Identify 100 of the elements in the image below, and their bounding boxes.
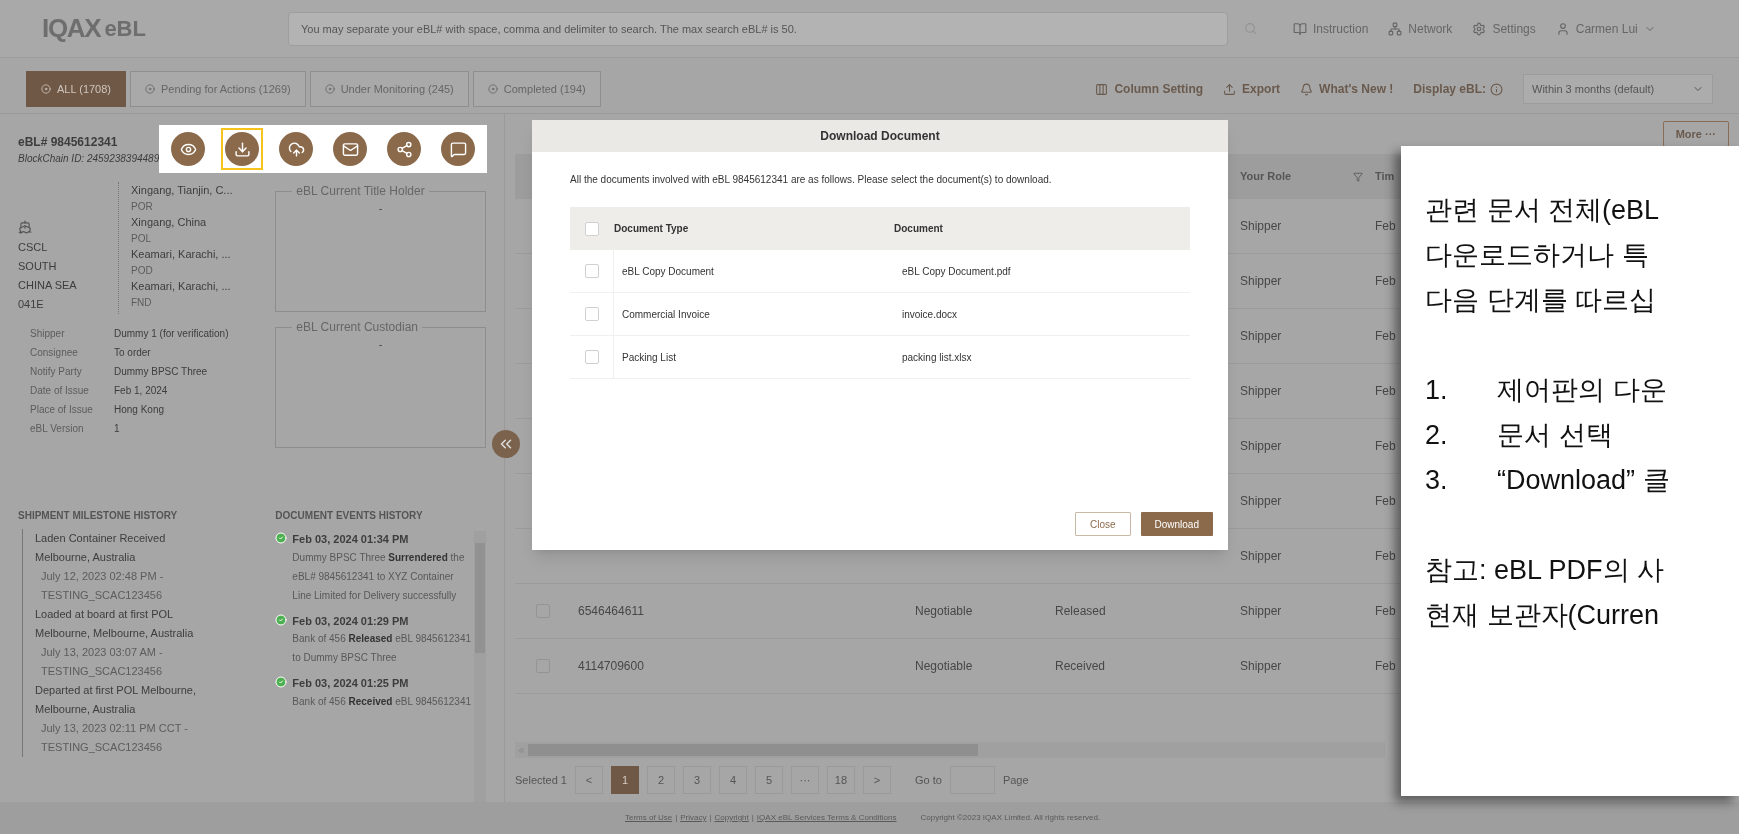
checkbox[interactable]	[585, 221, 599, 236]
checkbox[interactable]	[584, 264, 599, 278]
table-cell: Negotiable	[915, 659, 973, 673]
milestone-time: July 12, 2023 02:48 PM - TESTING_SCAC123456	[40, 569, 165, 603]
download-button[interactable]: Download	[1140, 512, 1213, 536]
tab[interactable]: Under Monitoring (245)	[309, 71, 469, 107]
display-label: Display eBL:	[1413, 81, 1486, 98]
event-description: Dummy BPSC Three Surrendered the eBL# 9845612341 to XYZ Container Line Limited for Delivery successfully	[292, 550, 466, 603]
page-button[interactable]: 1	[611, 766, 639, 794]
section-heading: DOCUMENT EVENTS HISTORY	[275, 509, 424, 523]
upload-icon	[1223, 82, 1237, 96]
check-circle-icon	[275, 676, 288, 688]
collapse-button[interactable]	[492, 430, 520, 458]
fieldset-value: -	[378, 201, 383, 216]
network-icon	[1388, 21, 1403, 36]
footer-link[interactable]: Copyright	[714, 812, 749, 824]
table-cell-text: eBL Copy Document.pdf	[901, 264, 1011, 279]
fieldset-value: -	[378, 337, 383, 352]
info-icon[interactable]	[1490, 82, 1503, 96]
selected-count: Selected 1	[515, 772, 567, 788]
checkbox[interactable]	[584, 307, 599, 321]
field-label: Shipper	[29, 327, 66, 341]
table-cell: Shipper	[1240, 659, 1282, 673]
chat-bubble-button[interactable]	[441, 132, 476, 166]
share-button[interactable]	[387, 132, 422, 166]
table-cell: Feb	[1375, 494, 1396, 508]
tab[interactable]: Completed (194)	[472, 71, 601, 107]
step-number: 3.	[1425, 464, 1449, 497]
table-cell-text: Commercial Invoice	[621, 307, 711, 322]
milestone-event: Departed at first POL Melbourne,	[35, 683, 197, 698]
table-cell: Shipper	[1240, 549, 1282, 563]
step-text: “Download” 클	[1497, 464, 1670, 497]
field-label: Consignee	[29, 346, 79, 360]
tab[interactable]: ALL (1708)	[26, 71, 127, 107]
field-label: Place of Issue	[29, 403, 94, 417]
table-cell: 6546464611	[578, 604, 644, 618]
field-value: Feb 1, 2024	[114, 384, 168, 398]
milestone-event: Laden Container Received	[35, 531, 167, 546]
nav-link[interactable]: Instruction	[1293, 19, 1369, 38]
toolbar-link[interactable]: What's New !	[1300, 80, 1394, 98]
table-cell: Shipper	[1240, 219, 1282, 233]
milestone-time: July 13, 2023 02:11 PM CCT - TESTING_SCAC123456	[40, 721, 189, 755]
event-time: Feb 03, 2024 01:29 PM	[292, 613, 410, 629]
ebl-number: eBL# 9845612341	[18, 133, 119, 151]
filter-icon[interactable]	[1353, 171, 1363, 182]
nav-link[interactable]: Carmen Lui	[1555, 19, 1656, 38]
table-cell: Received	[1055, 659, 1106, 673]
page-button[interactable]: 5	[755, 766, 783, 794]
route-place: Keamari, Karachi, ...	[131, 279, 232, 294]
nav-link[interactable]: Network	[1388, 19, 1453, 38]
ship-icon	[18, 220, 32, 234]
event-time: Feb 03, 2024 01:25 PM	[292, 676, 410, 691]
milestone-time: July 13, 2023 03:07 AM - TESTING_SCAC123456	[40, 645, 164, 679]
column-header: Your Role	[1240, 169, 1292, 185]
tab[interactable]: Pending for Actions (1269)	[130, 71, 306, 107]
check-circle-icon	[275, 532, 288, 544]
logo-suffix: eBL	[104, 15, 146, 43]
table-cell: Shipper	[1240, 384, 1282, 398]
route-place: Xingang, Tianjin, C...	[131, 183, 233, 198]
mail-icon	[341, 140, 359, 158]
milestone-location: Melbourne, Melbourne, Australia	[35, 626, 195, 641]
footer-link[interactable]: Privacy	[680, 812, 707, 824]
search-field[interactable]: You may separate your eBL# with space, comma and delimiter to search. The max search eBL# is 50.	[288, 11, 1228, 46]
book-icon	[1293, 21, 1307, 36]
next-page-button[interactable]: >	[863, 766, 891, 794]
page-button[interactable]: 3	[683, 766, 711, 794]
table-cell: Shipper	[1240, 274, 1282, 288]
table-cell-text: packing list.xlsx	[901, 350, 972, 365]
link-separator: |	[675, 812, 678, 824]
disc-icon	[41, 84, 51, 94]
page-button[interactable]: ···	[791, 766, 819, 794]
page-button[interactable]: 2	[647, 766, 675, 794]
page-button[interactable]: 4	[719, 766, 747, 794]
range-select[interactable]: Within 3 months (default)	[1523, 74, 1713, 104]
event-description: Bank of 456 Released eBL 9845612341 to Dummy BPSC Three	[292, 632, 473, 665]
checkbox[interactable]	[584, 350, 599, 364]
cloud-upload-button[interactable]	[279, 132, 314, 166]
table-cell: Feb	[1375, 274, 1396, 288]
page-label: Page	[1002, 772, 1029, 788]
eye-button[interactable]	[171, 132, 206, 166]
toolbar-link[interactable]: Column Setting	[1095, 80, 1204, 98]
table-cell: Feb	[1375, 329, 1396, 343]
step-number: 1.	[1425, 374, 1449, 407]
step-number: 2.	[1425, 419, 1449, 452]
page-button[interactable]: 18	[827, 766, 855, 794]
field-label: Notify Party	[29, 365, 83, 379]
milestone-location: Melbourne, Australia	[35, 702, 137, 717]
toolbar-link[interactable]: Export	[1223, 80, 1281, 98]
table-cell: Shipper	[1240, 494, 1282, 508]
vessel-name: CSCL SOUTH CHINA SEA 041E	[18, 240, 78, 312]
close-button[interactable]: Close	[1074, 512, 1131, 536]
column-header: Tim	[1375, 169, 1395, 185]
route-place: Keamari, Karachi, ...	[131, 247, 232, 262]
mail-button[interactable]	[333, 132, 368, 166]
nav-link[interactable]: Settings	[1472, 19, 1536, 38]
table-cell-text: Packing List	[621, 350, 677, 365]
previous-page-button[interactable]: <	[575, 766, 603, 794]
table-cell: Shipper	[1240, 604, 1282, 618]
route-code: POR	[131, 199, 154, 214]
check-circle-icon	[275, 613, 288, 626]
